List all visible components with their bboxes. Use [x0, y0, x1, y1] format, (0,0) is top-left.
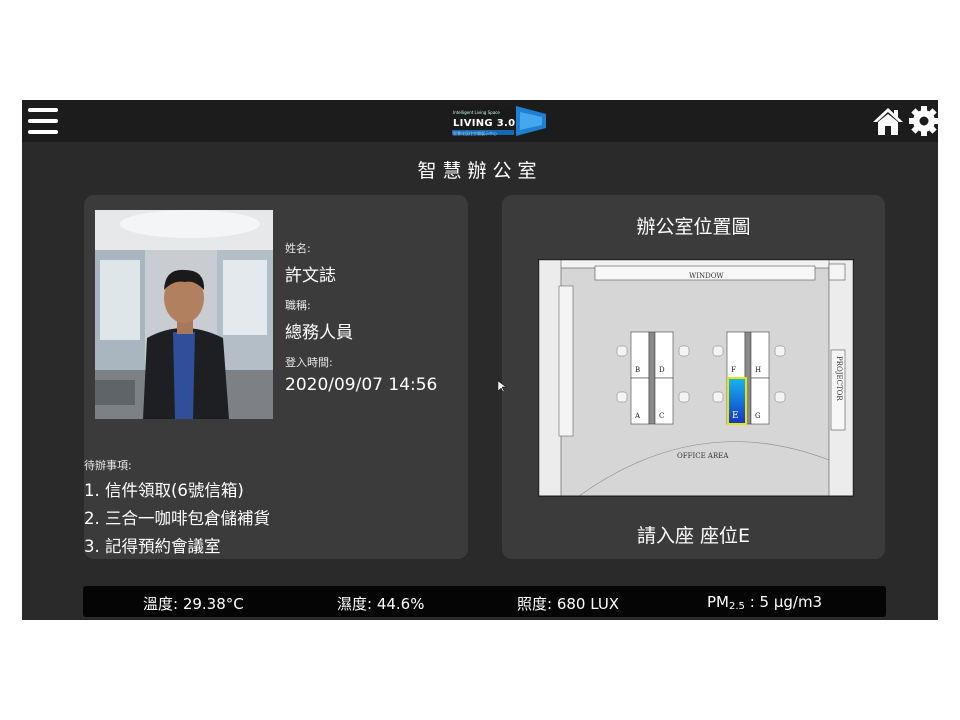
office-map-card: 辦公室位置圖 WINDOW PROJECTOR OFFICE AREA B A … [502, 195, 885, 559]
illuminance-reading: 照度: 680 LUX [517, 595, 620, 613]
office-map-title: 辦公室位置圖 [636, 216, 751, 238]
job-title-label: 職稱: [285, 299, 311, 312]
temperature-reading: 溫度: 29.38°C [143, 595, 244, 613]
living-logo: Intelligent Living Space LIVING 3.0 智慧化居… [450, 104, 548, 138]
seat-label: C [659, 412, 664, 420]
logo-subtitle: 智慧化居住空間展示中心 [453, 131, 497, 136]
seat-f[interactable] [726, 331, 746, 379]
home-icon[interactable] [872, 106, 904, 136]
sensor-status-bar: 溫度: 29.38°C 濕度: 44.6% 照度: 680 LUX PM2.5 … [83, 586, 886, 617]
seat-label: B [635, 366, 640, 374]
profile-photo [95, 210, 273, 419]
pm25-reading: PM2.5 : 5 µg/m3 [707, 593, 822, 612]
gear-icon[interactable] [908, 105, 938, 137]
seat-instruction: 請入座 座位E [636, 525, 751, 547]
seat-label: G [755, 412, 761, 420]
todo-item: 2. 三合一咖啡包倉儲補貨 [84, 509, 270, 528]
seat-label: F [731, 366, 736, 374]
office-area-label: OFFICE AREA [677, 452, 729, 460]
logo-title: LIVING 3.0 [453, 118, 516, 129]
todo-item: 3. 記得預約會議室 [84, 537, 221, 556]
login-time-value: 2020/09/07 14:56 [285, 375, 438, 395]
mouse-cursor-icon [497, 378, 507, 397]
humidity-reading: 濕度: 44.6% [337, 595, 425, 613]
top-bar: Intelligent Living Space LIVING 3.0 智慧化居… [22, 100, 938, 142]
name-label: 姓名: [285, 242, 311, 255]
todo-item: 1. 信件領取(6號信箱) [84, 481, 244, 500]
seat-label: H [755, 366, 761, 374]
todo-heading: 待辦事項: [84, 459, 132, 472]
login-time-label: 登入時間: [285, 356, 333, 369]
profile-card: 姓名: 許文誌 職稱: 總務人員 登入時間: 2020/09/07 14:56 … [84, 195, 468, 559]
job-title-value: 總務人員 [285, 323, 353, 343]
window-label: WINDOW [689, 272, 724, 280]
name-value: 許文誌 [285, 266, 336, 286]
page-title: 智慧辦公室 [417, 160, 543, 182]
office-floorplan: WINDOW PROJECTOR OFFICE AREA B A D C F H… [538, 259, 854, 497]
pm25-subscript: 2.5 [729, 601, 745, 612]
projector-label: PROJECTOR [835, 356, 843, 401]
seat-label: A [634, 412, 641, 420]
selected-seat-label: E [732, 411, 739, 421]
seat-label: D [659, 366, 665, 374]
pm25-value: : 5 µg/m3 [749, 593, 823, 611]
pm25-prefix: PM [707, 593, 729, 611]
app-window: Intelligent Living Space LIVING 3.0 智慧化居… [22, 100, 938, 620]
logo-tagline: Intelligent Living Space [453, 110, 500, 115]
hamburger-menu-icon[interactable] [28, 108, 58, 134]
